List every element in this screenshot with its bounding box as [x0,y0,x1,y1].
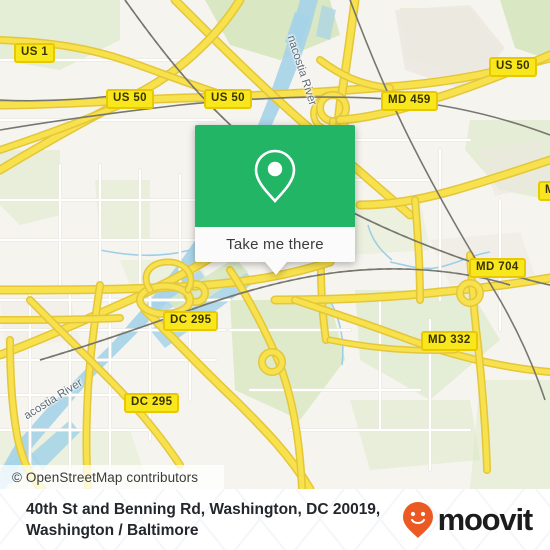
popup-header [195,125,355,227]
moovit-map-screenshot: .g{fill:#d9e8c3} .g2{fill:#cfe3b6} .bld{… [0,0,550,550]
address-block: 40th St and Benning Rd, Washington, DC 2… [26,499,380,541]
road-shield-md-332[interactable]: MD 332 [421,331,478,351]
map-attribution-text: © OpenStreetMap contributors [12,469,199,485]
moovit-pin-smile-icon [402,501,433,538]
take-me-there-button[interactable]: Take me there [195,227,355,262]
road-shield-us-1[interactable]: US 1 [14,43,56,63]
popup-pointer-tail [265,262,287,275]
road-shield-md-704[interactable]: MD 704 [469,258,526,278]
moovit-logo[interactable]: moovit [402,501,534,539]
address-line-2: Washington / Baltimore [26,521,199,539]
road-shield-edge-partial[interactable]: M [538,181,550,201]
map-pin-icon [254,149,296,203]
road-shield-dc-295-lower[interactable]: DC 295 [124,393,180,413]
address-line-1: 40th St and Benning Rd, Washington, DC 2… [26,500,381,518]
road-shield-md-459[interactable]: MD 459 [381,91,438,111]
road-shield-dc-295-upper[interactable]: DC 295 [163,311,219,331]
road-shield-us-50-east[interactable]: US 50 [489,57,537,77]
road-shield-us-50-west[interactable]: US 50 [106,89,154,109]
footer-bar: 40th St and Benning Rd, Washington, DC 2… [0,489,550,550]
take-me-there-label: Take me there [226,236,324,253]
map-attribution[interactable]: © OpenStreetMap contributors [0,465,224,489]
map-canvas[interactable]: .g{fill:#d9e8c3} .g2{fill:#cfe3b6} .bld{… [0,0,550,489]
moovit-wordmark: moovit [437,502,534,537]
location-popup-card[interactable]: Take me there [195,125,355,275]
road-shield-us-50-mid[interactable]: US 50 [204,89,252,109]
